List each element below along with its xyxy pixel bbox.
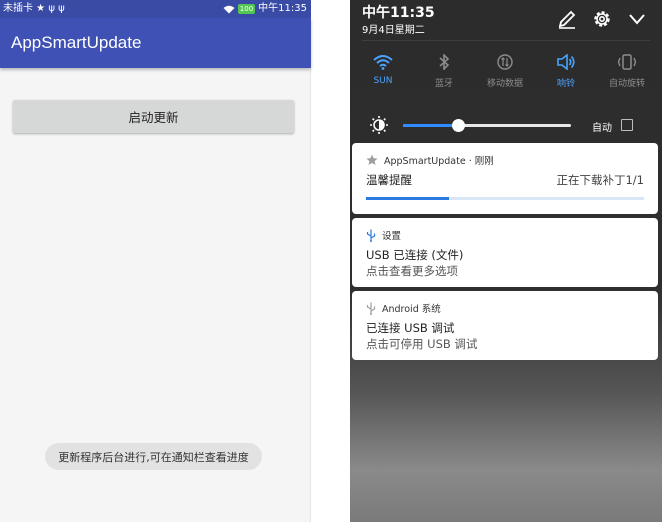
qs-label-bluetooth: 蓝牙 xyxy=(434,79,453,89)
app-bar: AppSmartUpdate xyxy=(0,18,311,68)
start-update-button[interactable]: 启动更新 xyxy=(13,100,294,133)
notification-app-name: 设置 xyxy=(382,231,402,242)
brightness-slider-thumb[interactable] xyxy=(452,119,466,132)
notification-text: 点击可停用 USB 调试 xyxy=(366,337,478,351)
qs-tile-wifi[interactable]: SUN xyxy=(358,54,408,86)
notification-update[interactable]: AppSmartUpdate · 刚刚 温馨提醒 正在下载补丁1/1 xyxy=(352,143,658,214)
qs-tile-bluetooth[interactable]: 蓝牙 xyxy=(419,54,469,89)
qs-label-mobile-data: 移动数据 xyxy=(486,79,523,89)
usb-icon xyxy=(366,302,376,315)
notification-shade: 中午11:35 9月4日星期二 SUN 蓝牙 移动数据 响铃 自动旋转 自动 A… xyxy=(350,0,662,522)
notification-header: Android 系统 xyxy=(366,301,441,315)
app-screen: 未插卡 ★ ψ ψ 100 中午11:35 AppSmartUpdate 启动更… xyxy=(0,0,311,522)
wifi-icon xyxy=(373,55,393,70)
edit-icon[interactable] xyxy=(556,8,578,30)
status-bar: 未插卡 ★ ψ ψ 100 中午11:35 xyxy=(0,0,311,18)
download-progress-bar xyxy=(366,197,644,200)
status-time: 中午11:35 xyxy=(258,3,307,14)
brightness-icon xyxy=(370,116,388,134)
toast-message: 更新程序后台进行,可在通知栏查看进度 xyxy=(45,443,262,470)
notification-header: 设置 xyxy=(366,228,401,242)
bluetooth-icon xyxy=(439,54,450,70)
mobile-data-icon xyxy=(497,54,513,70)
shade-header: 中午11:35 9月4日星期二 xyxy=(350,0,662,40)
notification-usb[interactable]: 设置 USB 已连接 (文件) 点击查看更多选项 xyxy=(352,218,658,287)
status-right: 100 中午11:35 xyxy=(223,0,307,18)
qs-label-auto-rotate: 自动旋转 xyxy=(608,79,645,89)
usb-icon xyxy=(366,229,376,242)
auto-brightness-label: 自动 xyxy=(592,123,612,134)
qs-tile-auto-rotate[interactable]: 自动旋转 xyxy=(602,54,652,89)
notification-progress-text: 正在下载补丁1/1 xyxy=(556,173,644,187)
qs-tile-volume[interactable]: 响铃 xyxy=(541,54,591,89)
notification-title: 温馨提醒 xyxy=(366,173,412,187)
notification-title: 已连接 USB 调试 xyxy=(366,321,455,335)
auto-rotate-icon xyxy=(617,54,637,70)
notification-text: 点击查看更多选项 xyxy=(366,264,458,278)
brightness-slider-fill xyxy=(403,124,459,127)
star-icon xyxy=(366,154,378,165)
chevron-down-icon[interactable] xyxy=(626,8,648,30)
battery-icon: 100 xyxy=(237,4,256,14)
notification-header: AppSmartUpdate · 刚刚 xyxy=(366,153,494,167)
carrier-text: 未插卡 ★ ψ ψ xyxy=(3,3,65,14)
notification-app-name: AppSmartUpdate · 刚刚 xyxy=(384,156,494,167)
shade-date: 9月4日星期二 xyxy=(362,25,425,36)
wifi-icon xyxy=(223,5,235,13)
notification-usb-debug[interactable]: Android 系统 已连接 USB 调试 点击可停用 USB 调试 xyxy=(352,291,658,360)
qs-label-volume: 响铃 xyxy=(556,79,575,89)
gear-icon[interactable] xyxy=(591,8,613,30)
shade-time: 中午11:35 xyxy=(362,5,435,21)
qs-tile-mobile-data[interactable]: 移动数据 xyxy=(480,54,530,89)
app-title: AppSmartUpdate xyxy=(11,33,142,52)
notification-app-name: Android 系统 xyxy=(382,304,441,315)
notification-title: USB 已连接 (文件) xyxy=(366,248,464,262)
download-progress-fill xyxy=(366,197,450,200)
volume-icon xyxy=(557,54,575,70)
qs-label-wifi: SUN xyxy=(373,76,393,86)
auto-brightness-checkbox[interactable] xyxy=(621,119,633,131)
header-divider xyxy=(362,40,650,41)
